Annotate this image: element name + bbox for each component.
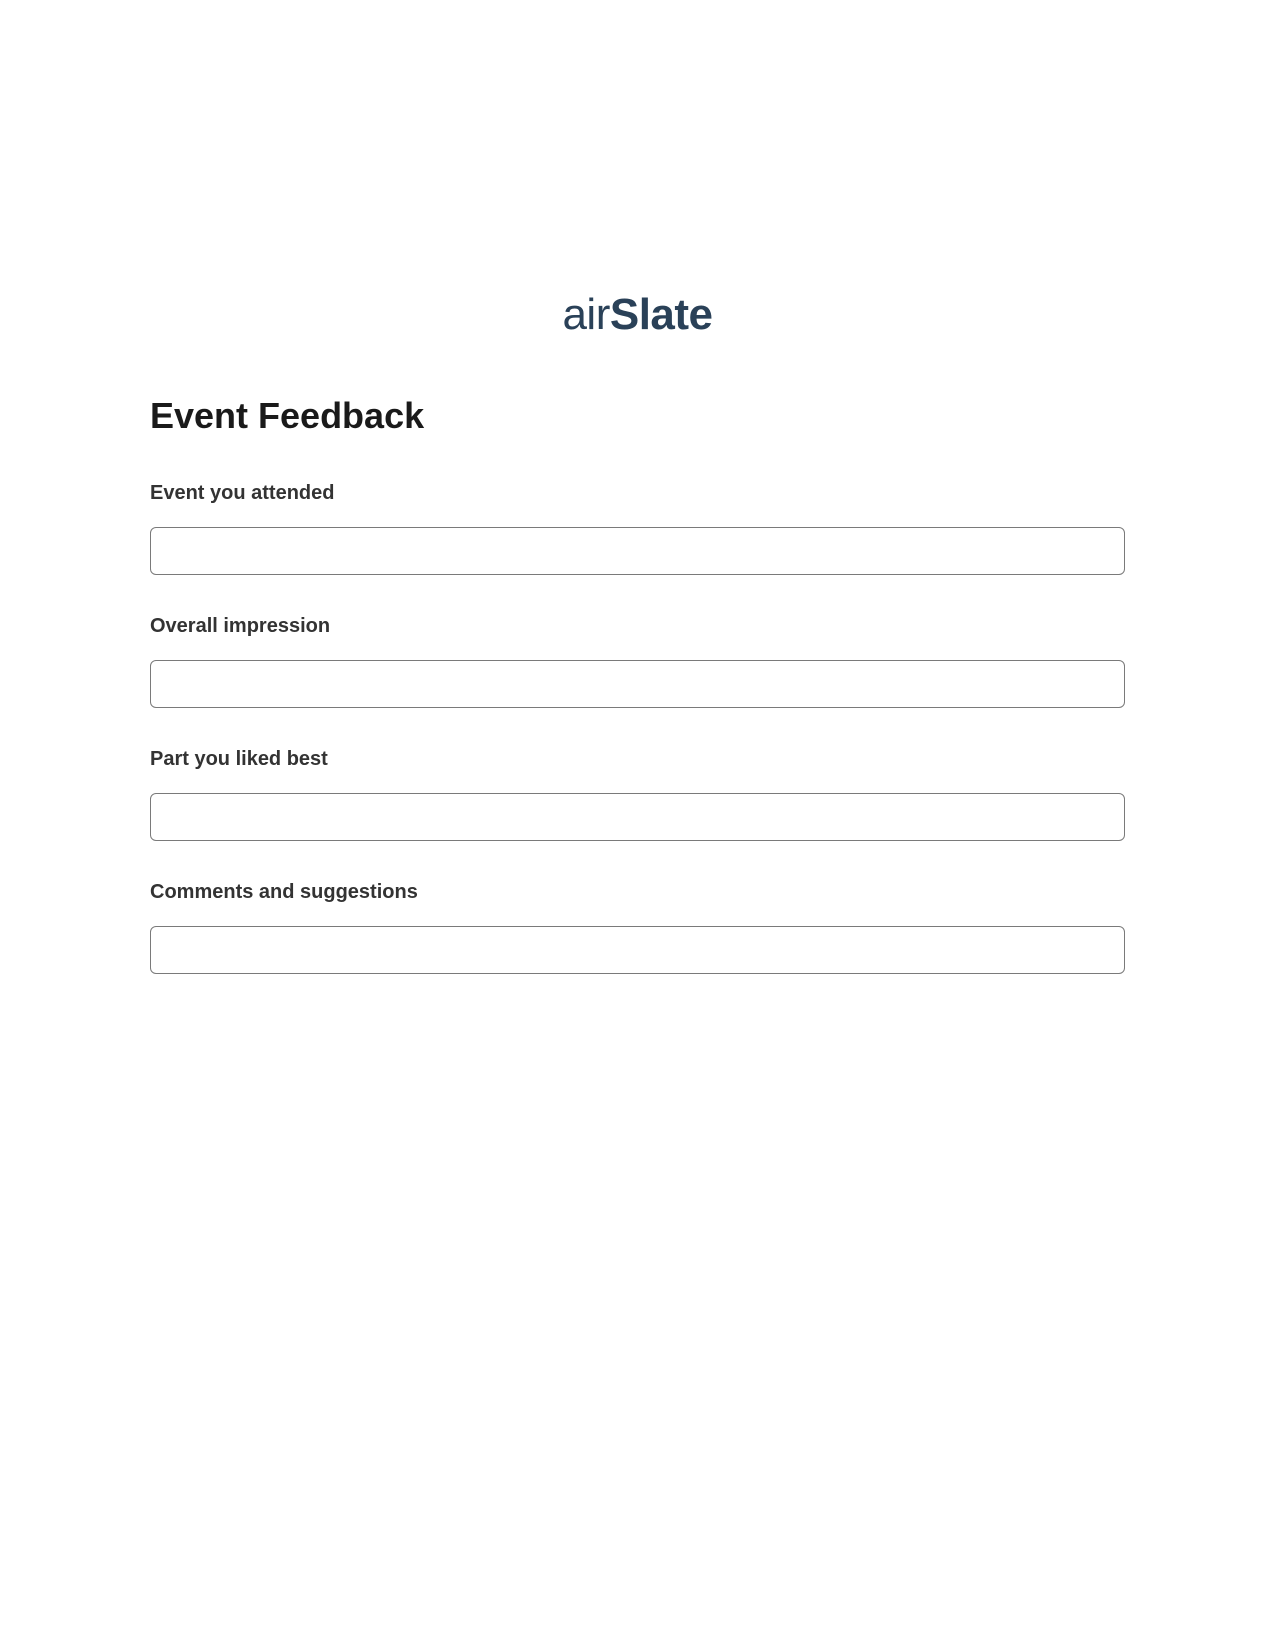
input-overall-impression[interactable]	[150, 660, 1125, 708]
label-event-attended: Event you attended	[150, 482, 1125, 505]
form-group-event: Event you attended	[150, 482, 1125, 575]
form-container: airSlate Event Feedback Event you attend…	[0, 0, 1275, 974]
form-group-impression: Overall impression	[150, 615, 1125, 708]
form-title: Event Feedback	[150, 395, 1125, 437]
input-event-attended[interactable]	[150, 527, 1125, 575]
logo: airSlate	[150, 290, 1125, 340]
input-liked-best[interactable]	[150, 793, 1125, 841]
label-liked-best: Part you liked best	[150, 748, 1125, 771]
label-comments: Comments and suggestions	[150, 881, 1125, 904]
input-comments[interactable]	[150, 926, 1125, 974]
logo-part-air: air	[562, 290, 609, 339]
form-group-liked: Part you liked best	[150, 748, 1125, 841]
logo-text: airSlate	[562, 290, 712, 339]
label-overall-impression: Overall impression	[150, 615, 1125, 638]
logo-part-slate: Slate	[610, 290, 713, 339]
form-group-comments: Comments and suggestions	[150, 881, 1125, 974]
